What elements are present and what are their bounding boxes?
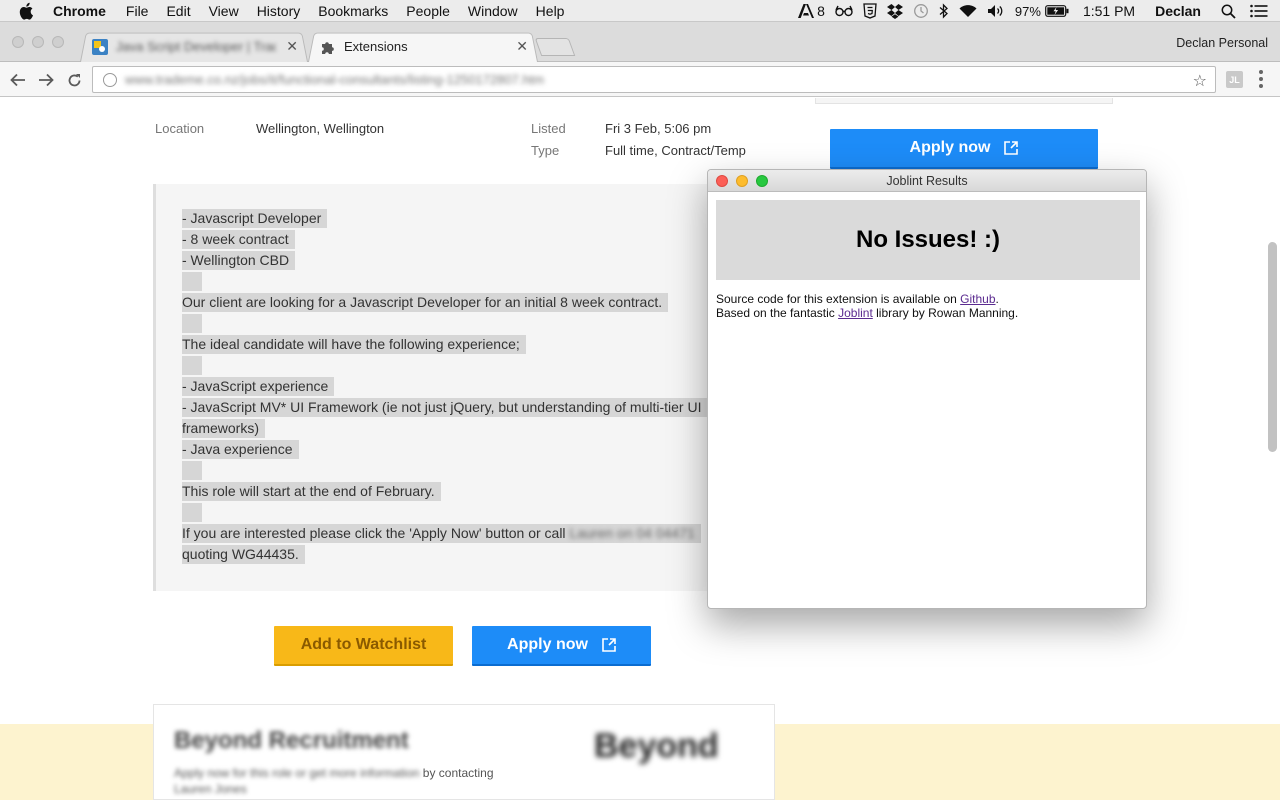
description-contact-blurred: Lauren on 04 04471 [569,525,695,541]
menu-people[interactable]: People [406,3,450,19]
description-line: - JavaScript MV* UI Framework (ie not ju… [182,398,708,417]
sidebar-panel [815,98,1113,104]
tab-job-listing[interactable]: Java Script Developer | Trade ✕ [80,31,308,62]
html5-shield-icon[interactable] [863,3,877,19]
menu-view[interactable]: View [209,3,239,19]
popup-credits: Source code for this extension is availa… [716,292,1019,320]
bookmark-star-icon[interactable]: ☆ [1193,71,1207,91]
popup-minimize-button[interactable] [736,175,748,187]
tab-job-listing-label: Java Script Developer | Trade [116,39,276,54]
external-link-icon [602,638,616,652]
tab-extensions[interactable]: Extensions ✕ [308,31,538,62]
joblint-link[interactable]: Joblint [838,306,873,320]
company-card: Beyond Recruitment Apply now for this ro… [153,704,775,800]
github-link[interactable]: Github [960,292,995,306]
popup-zoom-button[interactable] [756,175,768,187]
description-line: quoting WG44435. [182,545,305,564]
description-line: This role will start at the end of Febru… [182,482,441,501]
menu-edit[interactable]: Edit [166,3,190,19]
volume-icon[interactable] [987,3,1005,19]
apply-now-top-button[interactable]: Apply now [830,129,1098,169]
battery-percent: 97% [1014,3,1041,19]
site-info-icon[interactable] [103,72,117,87]
joblint-results-window: Joblint Results No Issues! :) Source cod… [707,169,1147,609]
description-line: - Wellington CBD [182,251,296,270]
new-tab-button[interactable] [534,38,576,56]
adobe-icon[interactable] [798,3,815,19]
menu-bookmarks[interactable]: Bookmarks [318,3,388,19]
description-line: Our client are looking for a Javascript … [182,293,669,312]
listed-value: Fri 3 Feb, 5:06 pm [605,121,712,136]
close-window-button[interactable] [12,36,24,48]
menu-file[interactable]: File [126,3,149,19]
forward-arrow-icon[interactable] [36,70,56,90]
chrome-menu-icon[interactable] [1258,70,1264,88]
joblint-extension-icon[interactable]: JL [1226,71,1243,88]
user-name[interactable]: Declan [1155,3,1201,19]
minimize-window-button[interactable] [32,36,44,48]
popup-title: Joblint Results [886,174,968,188]
wifi-icon[interactable] [959,3,977,19]
battery-icon[interactable] [1045,3,1069,19]
popup-title-bar[interactable]: Joblint Results [708,170,1146,192]
apple-icon[interactable] [19,2,37,20]
glasses-icon[interactable] [835,3,853,19]
tab-extensions-label: Extensions [344,39,408,54]
company-contact-text: Apply now for this role or get more info… [174,766,494,796]
reload-icon[interactable] [64,70,84,90]
close-tab-icon[interactable]: ✕ [286,38,298,55]
location-label: Location [155,121,205,136]
description-line: - Javascript Developer [182,209,328,228]
clock[interactable]: 1:51 PM [1083,3,1135,19]
menu-window[interactable]: Window [468,3,518,19]
menu-history[interactable]: History [257,3,301,19]
description-line: The ideal candidate will have the follow… [182,335,526,354]
menu-app-chrome[interactable]: Chrome [53,3,106,19]
lint-result: No Issues! :) [716,200,1140,280]
external-link-icon [1004,141,1019,155]
bluetooth-icon[interactable] [939,3,949,19]
location-value: Wellington, Wellington [256,121,385,136]
browser-toolbar: www.trademe.co.nz/jobs/it/functional-con… [0,62,1280,97]
puzzle-piece-icon [320,39,336,55]
spotlight-search-icon[interactable] [1221,3,1236,19]
type-value: Full time, Contract/Temp [605,143,746,158]
menu-extras: 8 97% 1:51 PM Declan [798,0,1268,22]
listed-label: Listed [531,121,566,136]
dropbox-icon[interactable] [886,3,903,19]
description-line: - JavaScript experience [182,377,335,396]
apply-now-top-label: Apply now [909,139,991,156]
trademe-favicon-icon [92,38,108,55]
job-description: - Javascript Developer - 8 week contract… [153,184,733,591]
time-machine-icon[interactable] [913,3,929,19]
browser-window-controls [12,36,64,48]
page-scrollbar[interactable] [1268,242,1277,452]
description-line: If you are interested please click the '… [182,524,701,543]
add-to-watchlist-button[interactable]: Add to Watchlist [274,626,453,666]
zoom-window-button[interactable] [52,36,64,48]
description-line: - Java experience [182,440,299,459]
description-line: frameworks) [182,419,266,438]
address-bar-url: www.trademe.co.nz/jobs/it/functional-con… [125,72,545,87]
description-contact-text: If you are interested please click the '… [182,525,566,541]
mac-menu-bar: Chrome File Edit View History Bookmarks … [0,0,1280,22]
notification-center-icon[interactable] [1250,3,1268,19]
apply-now-button[interactable]: Apply now [472,626,651,666]
popup-close-button[interactable] [716,175,728,187]
apply-now-label: Apply now [507,636,588,653]
address-bar[interactable]: www.trademe.co.nz/jobs/it/functional-con… [92,66,1216,93]
description-line: - 8 week contract [182,230,295,249]
back-arrow-icon[interactable] [8,70,28,90]
company-title: Beyond Recruitment [174,727,409,754]
profile-name[interactable]: Declan Personal [1176,36,1268,50]
adobe-count: 8 [817,3,825,19]
menu-help[interactable]: Help [536,3,565,19]
company-logo: Beyond [594,727,719,765]
close-tab-icon[interactable]: ✕ [516,38,528,55]
browser-tab-strip: Java Script Developer | Trade ✕ Extensio… [0,22,1280,62]
type-label: Type [531,143,560,158]
